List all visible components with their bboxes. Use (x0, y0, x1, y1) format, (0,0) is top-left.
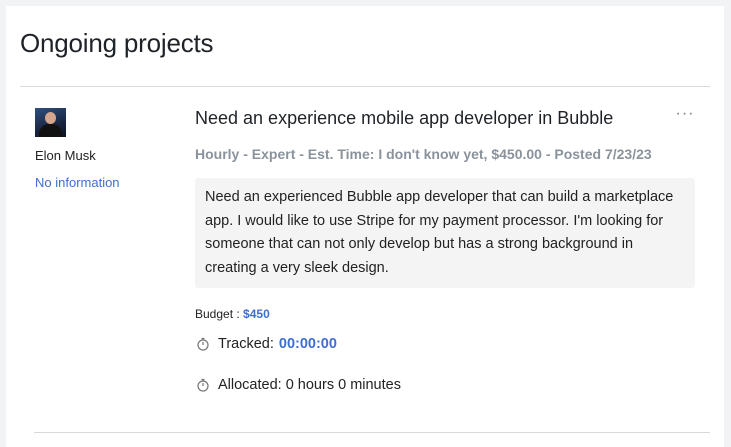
page-title: Ongoing projects (20, 28, 214, 58)
divider (34, 432, 710, 433)
tracked-row: Tracked: 00:00:00 (196, 336, 337, 352)
author-info-link[interactable]: No information (35, 175, 120, 190)
avatar-head-shape (45, 112, 56, 124)
tracked-value: 00:00:00 (278, 336, 337, 352)
avatar-body-shape (39, 124, 62, 137)
budget-row: Budget : $450 (195, 307, 270, 321)
tracked-label: Tracked: (218, 336, 274, 352)
ongoing-projects-panel: Ongoing projects Elon Musk No informatio… (6, 6, 724, 447)
allocated-row: Allocated: 0 hours 0 minutes (196, 377, 401, 393)
more-options-icon[interactable]: ··· (675, 106, 695, 123)
budget-label: Budget : (195, 307, 244, 321)
stopwatch-icon (197, 337, 209, 351)
project-description-box: Need an experienced Bubble app developer… (195, 178, 695, 288)
avatar[interactable] (35, 108, 66, 137)
project-title[interactable]: Need an experience mobile app developer … (195, 108, 613, 129)
author-name: Elon Musk (35, 148, 96, 163)
project-meta: Hourly - Expert - Est. Time: I don't kno… (195, 146, 652, 162)
allocated-text: Allocated: 0 hours 0 minutes (218, 377, 401, 393)
stopwatch-icon (197, 378, 209, 392)
budget-value: $450 (243, 307, 270, 321)
divider (20, 86, 710, 87)
project-description: Need an experienced Bubble app developer… (205, 189, 674, 276)
